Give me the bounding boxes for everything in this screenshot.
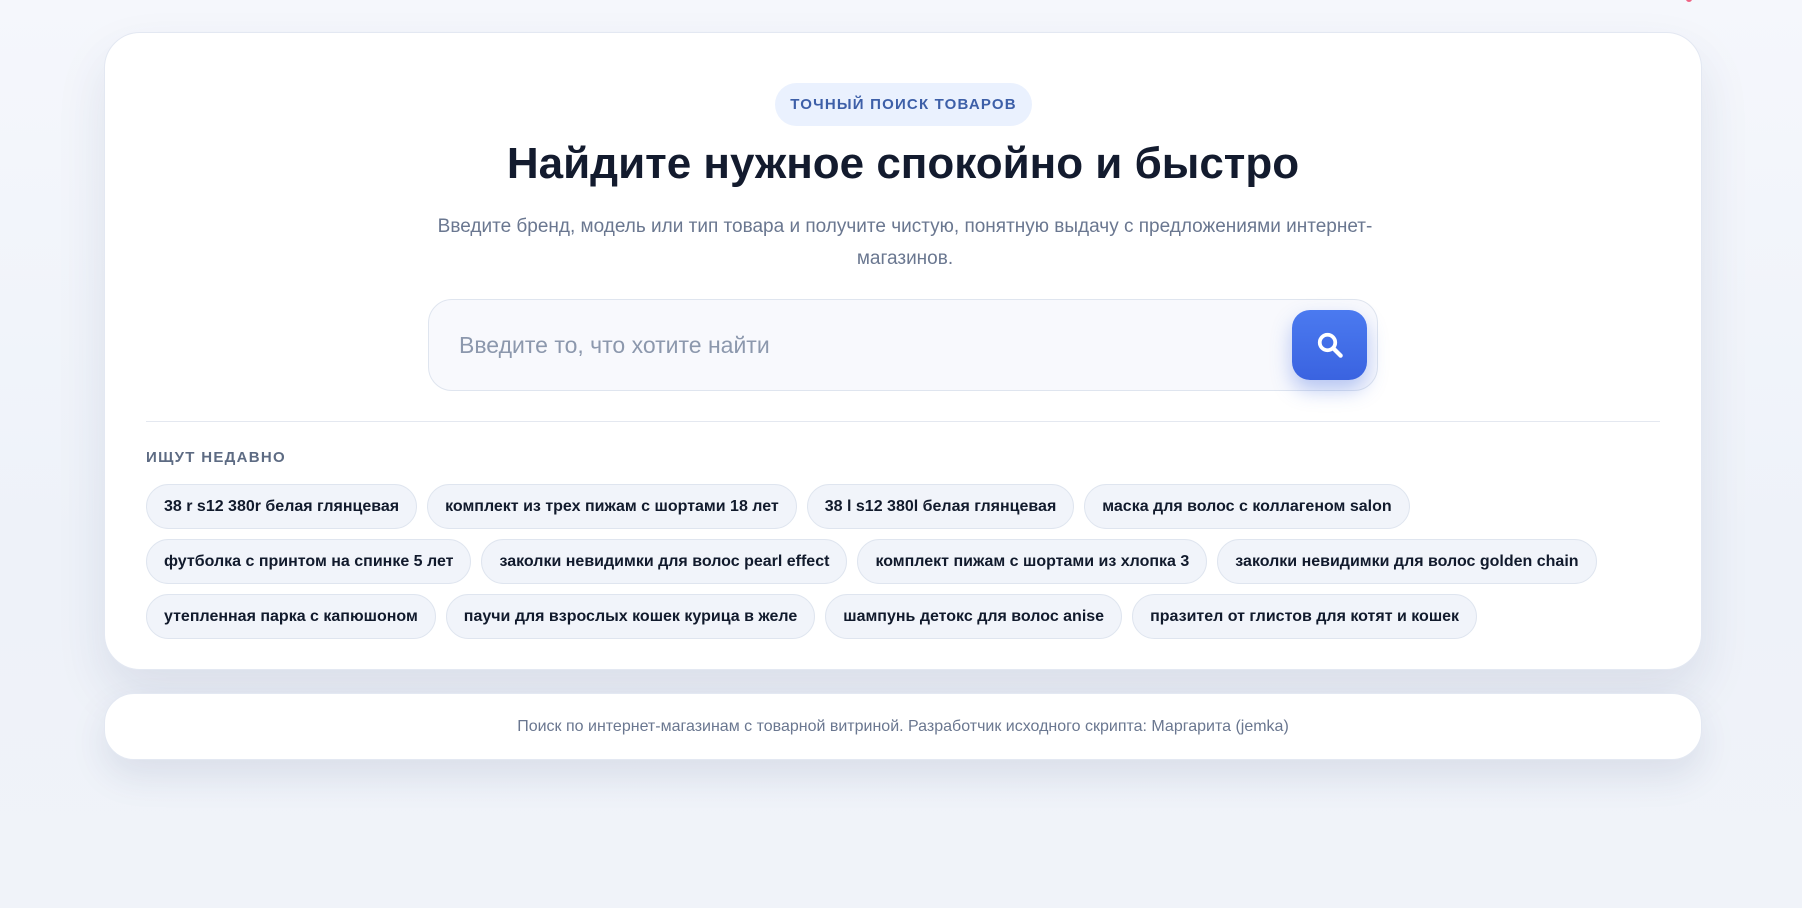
recent-search-chip[interactable]: маска для волос с коллагеном salon: [1084, 484, 1410, 529]
recent-search-chip[interactable]: заколки невидимки для волос golden chain: [1217, 539, 1597, 584]
recent-search-chip[interactable]: комплект из трех пижам с шортами 18 лет: [427, 484, 797, 529]
search-input[interactable]: [429, 300, 1279, 390]
footer-text: Поиск по интернет-магазинам с товарной в…: [517, 717, 1289, 735]
search-bar: [428, 299, 1378, 391]
page-subtitle: Введите бренд, модель или тип товара и п…: [437, 216, 1373, 269]
hero-badge: ТОЧНЫЙ ПОИСК ТОВАРОВ: [775, 83, 1032, 126]
search-button[interactable]: [1292, 310, 1367, 380]
page-title: Найдите нужное спокойно и быстро: [506, 139, 1300, 188]
recent-search-chip[interactable]: 38 l s12 380l белая глянцевая: [806, 484, 1075, 529]
recent-search-chip[interactable]: 38 r s12 380r белая глянцевая: [146, 484, 418, 529]
footer: Поиск по интернет-магазинам с товарной в…: [104, 693, 1702, 760]
recent-search-chip[interactable]: заколки невидимки для волос pearl effect: [481, 539, 848, 584]
recent-search-chip[interactable]: футболка с принтом на спинке 5 лет: [146, 539, 472, 584]
recent-search-chip[interactable]: шампунь детокс для волос anise: [825, 594, 1123, 639]
recent-search-chip[interactable]: комплект пижам с шортами из хлопка 3: [857, 539, 1208, 584]
recent-search-chip[interactable]: празител от глистов для котят и кошек: [1132, 594, 1478, 639]
corner-accent-dot: [1686, 0, 1692, 2]
recent-search-chip[interactable]: утепленная парка с капюшоном: [146, 594, 436, 639]
recent-searches-title: ИЩУТ НЕДАВНО: [146, 449, 287, 466]
section-divider: [146, 421, 1660, 422]
search-card: ТОЧНЫЙ ПОИСК ТОВАРОВ Найдите нужное спок…: [104, 32, 1702, 670]
recent-search-chip[interactable]: паучи для взрослых кошек курица в желе: [445, 594, 816, 639]
recent-searches-list: 38 r s12 380r белая глянцевая комплект и…: [146, 484, 1666, 639]
search-icon: [1317, 332, 1343, 358]
